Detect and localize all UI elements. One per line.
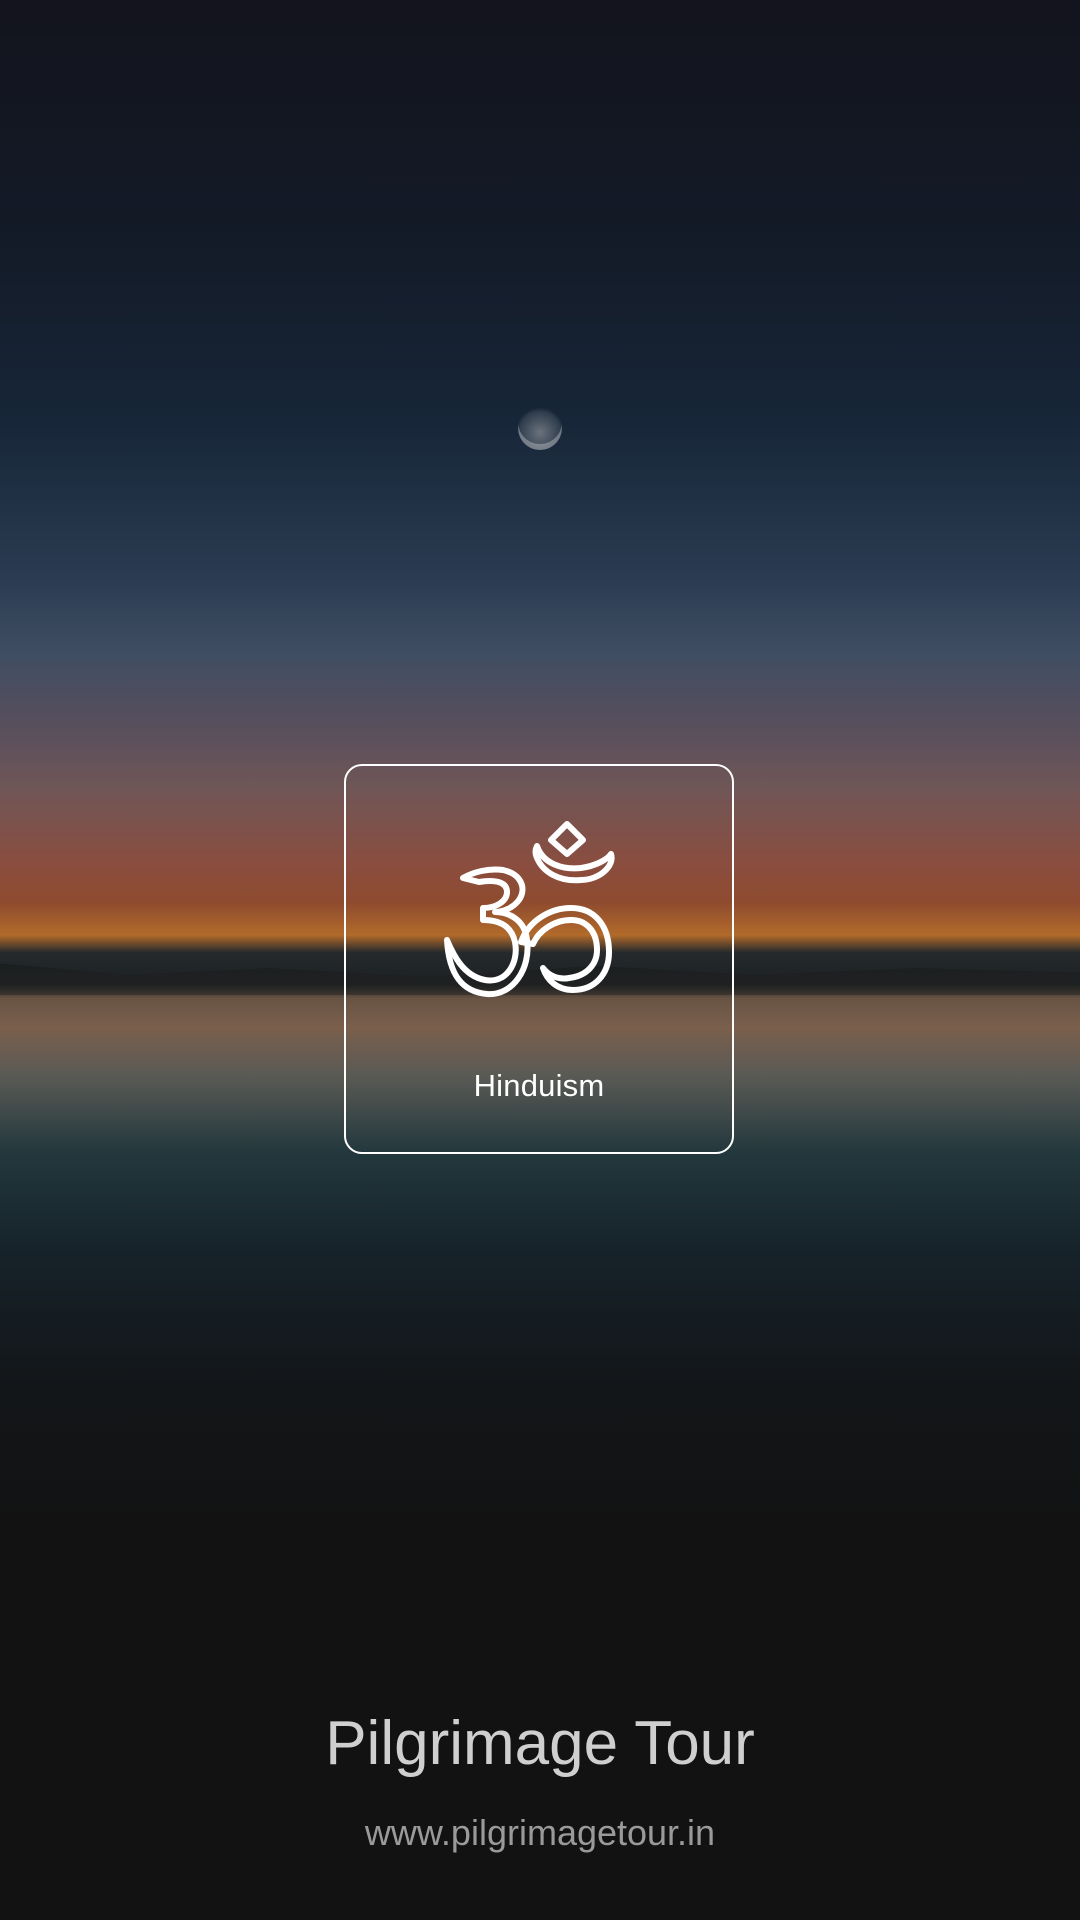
card-label: Hinduism bbox=[473, 1068, 605, 1103]
app-title: Pilgrimage Tour bbox=[325, 1709, 755, 1778]
om-icon bbox=[444, 821, 615, 998]
hinduism-card[interactable]: Hinduism bbox=[344, 764, 734, 1154]
website-url: www.pilgrimagetour.in bbox=[364, 1812, 716, 1853]
crescent-moon bbox=[518, 406, 562, 450]
splash-screen: Hinduism Pilgrimage Tour www.pilgrimaget… bbox=[0, 0, 1080, 1920]
